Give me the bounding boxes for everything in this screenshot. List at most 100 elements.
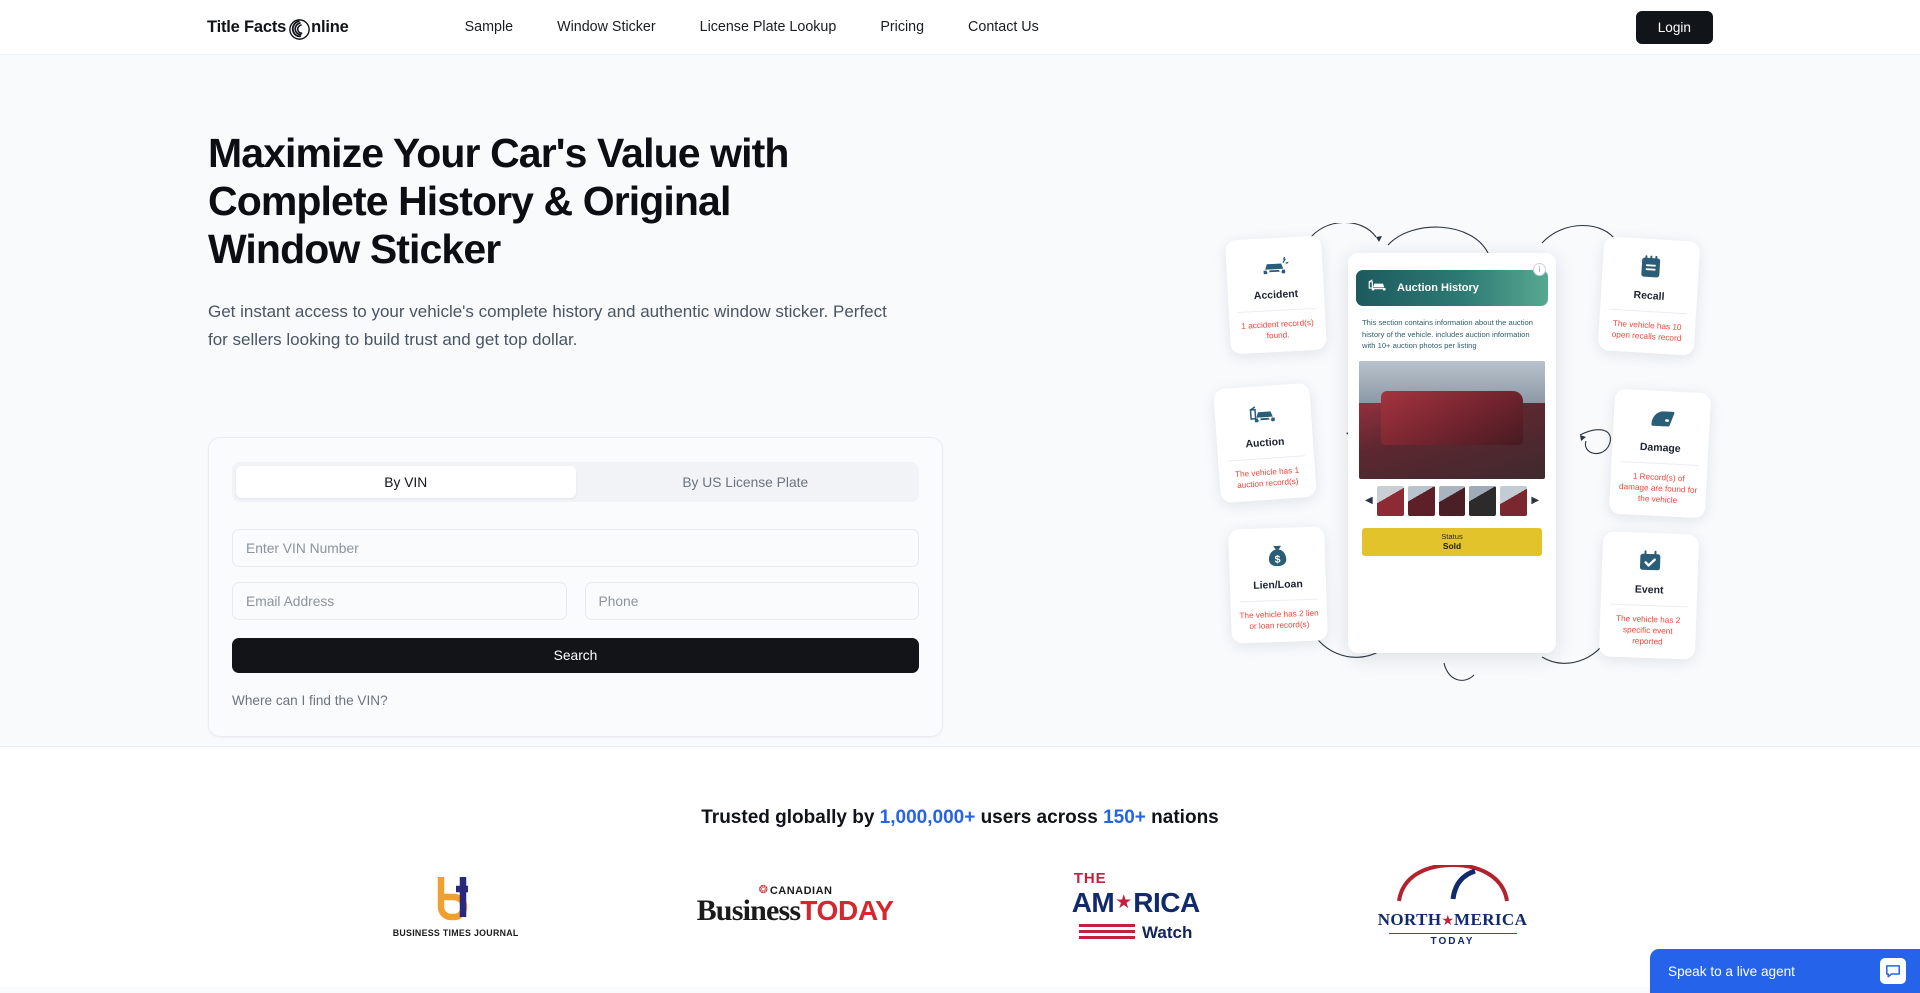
press-logo-caption: BUSINESS TIMES JOURNAL: [392, 927, 519, 938]
live-chat-widget[interactable]: Speak to a live agent: [1650, 949, 1920, 993]
car-crash-icon: [1233, 249, 1316, 283]
auction-history-banner: Auction History: [1356, 270, 1548, 306]
tab-by-us-license-plate[interactable]: By US License Plate: [576, 466, 916, 498]
logo-text-online: nline: [311, 17, 349, 36]
trusted-prefix: Trusted globally by: [701, 807, 880, 828]
logo-text-title-facts: Title Facts: [207, 17, 287, 36]
hero-illustration: Accident 1 accident record(s) found. Auc…: [1212, 223, 1712, 693]
main-nav: Sample Window Sticker License Plate Look…: [447, 11, 1061, 43]
panel-title: Auction History: [1397, 282, 1479, 294]
car-auction-icon: [1221, 396, 1305, 432]
press-logo-part: RICA: [1133, 886, 1200, 918]
divider: [1388, 933, 1517, 934]
panel-description: This section contains information about …: [1362, 318, 1533, 350]
where-find-vin-link[interactable]: Where can I find the VIN?: [232, 693, 388, 708]
press-logo-part: Business: [696, 893, 801, 927]
vehicle-photo: [1359, 360, 1545, 479]
feature-card-recall: Recall The vehicle has 10 open recalls r…: [1597, 236, 1701, 356]
search-mode-tabs: By VIN By US License Plate: [232, 462, 919, 502]
divider: [1620, 460, 1699, 467]
aw-bottom-row: Watch: [1079, 923, 1192, 943]
feature-card-desc: The vehicle has 10 open recalls record: [1611, 318, 1682, 344]
photo-thumbnail[interactable]: [1438, 485, 1466, 516]
feature-card-desc: The vehicle has 2 lien or loan record(s): [1239, 608, 1319, 632]
spiral-circle-icon: [289, 18, 310, 40]
vin-input[interactable]: [232, 529, 919, 567]
photo-thumbnail[interactable]: [1500, 485, 1528, 516]
money-bag-icon: $: [1235, 540, 1318, 573]
feature-card-auction: Auction The vehicle has 1 auction record…: [1213, 382, 1317, 504]
arc-swoosh-icon: [1393, 862, 1513, 908]
notebook-icon: [1609, 250, 1693, 285]
aw-mid-row: AM ★ RICA: [1071, 886, 1201, 919]
nav-item-contact-us[interactable]: Contact Us: [946, 11, 1061, 43]
photo-thumbnail[interactable]: [1407, 485, 1435, 516]
calendar-check-icon: [1609, 545, 1692, 578]
feature-card-title: Accident: [1253, 287, 1299, 303]
trusted-headline: Trusted globally by 1,000,000+ users acr…: [0, 747, 1920, 829]
press-logo-part: TODAY: [800, 894, 894, 926]
photo-thumbnail-strip: ◀ ▶: [1365, 485, 1539, 516]
feature-card-desc: 1 accident record(s) found.: [1241, 318, 1314, 341]
info-icon: i: [1533, 263, 1546, 276]
trusted-section: Trusted globally by 1,000,000+ users acr…: [0, 747, 1920, 987]
press-logo-canadian-business-today: ❂ CANADIAN Business TODAY: [697, 885, 894, 928]
star-icon: ★: [1441, 912, 1455, 928]
svg-text:$: $: [1274, 553, 1280, 565]
divider: [1227, 455, 1306, 462]
page-title: Maximize Your Car's Value with Complete …: [208, 130, 789, 272]
divider: [1609, 308, 1688, 315]
press-logo-part: TODAY: [1430, 936, 1475, 947]
divider: [1239, 598, 1318, 603]
nav-item-window-sticker[interactable]: Window Sticker: [535, 11, 678, 43]
next-photo-arrow-icon[interactable]: ▶: [1531, 495, 1539, 506]
press-logo-business-times-journal: BUSINESS TIMES JOURNAL: [393, 875, 519, 938]
feature-card-title: Event: [1634, 583, 1664, 597]
photo-thumbnail[interactable]: [1376, 485, 1404, 516]
chat-bubble-icon[interactable]: [1880, 958, 1906, 984]
login-button[interactable]: Login: [1635, 11, 1713, 44]
contact-fields-row: [232, 582, 919, 620]
cbt-main-row: Business TODAY: [697, 894, 894, 928]
car-door-icon: [1620, 402, 1703, 436]
vehicle-search-card: By VIN By US License Plate Search Where …: [208, 437, 943, 737]
prev-photo-arrow-icon[interactable]: ◀: [1365, 495, 1373, 506]
chat-label: Speak to a live agent: [1668, 963, 1795, 979]
nav-item-sample[interactable]: Sample: [447, 11, 535, 43]
hero-copy: Maximize Your Car's Value with Complete …: [208, 129, 888, 354]
feature-card-desc: The vehicle has 2 specific event reporte…: [1615, 613, 1681, 647]
hero-subtitle: Get instant access to your vehicle's com…: [208, 302, 887, 349]
site-header: Title Facts nline Sample Window Sticker …: [0, 0, 1920, 55]
feature-card-desc: 1 Record(s) of damage are found for the …: [1618, 471, 1698, 505]
tab-by-vin[interactable]: By VIN: [236, 466, 576, 498]
nat-main-row: NORTH ★ MERICA: [1378, 910, 1528, 930]
nav-item-pricing[interactable]: Pricing: [858, 11, 946, 43]
status-value: Sold: [1442, 541, 1462, 551]
divider: [1237, 307, 1316, 314]
trusted-nation-count: 150+: [1103, 807, 1146, 828]
search-button[interactable]: Search: [232, 638, 919, 673]
phone-input[interactable]: [584, 582, 919, 620]
feature-card-title: Recall: [1633, 289, 1665, 303]
feature-card-title: Lien/Loan: [1253, 578, 1303, 592]
email-input[interactable]: [232, 582, 567, 620]
press-logo-the-america-watch: THE AM ★ RICA Watch: [1071, 870, 1201, 943]
press-logos: BUSINESS TIMES JOURNAL ❂ CANADIAN Busine…: [0, 862, 1920, 947]
feature-card-title: Damage: [1639, 440, 1681, 456]
press-logo-part: Watch: [1142, 922, 1193, 942]
feature-card-event: Event The vehicle has 2 specific event r…: [1598, 531, 1700, 660]
press-logo-north-america-today: NORTH ★ MERICA TODAY: [1378, 862, 1528, 947]
btj-monogram-icon: [393, 875, 519, 923]
nav-item-license-plate-lookup[interactable]: License Plate Lookup: [678, 11, 859, 43]
trusted-user-count: 1,000,000+: [879, 807, 976, 828]
star-icon: ★: [1115, 892, 1133, 913]
feature-card-accident: Accident 1 accident record(s) found.: [1225, 235, 1327, 355]
press-logo-part: AM: [1071, 886, 1115, 918]
trusted-middle: users across: [975, 807, 1104, 828]
car-auction-icon: [1368, 278, 1388, 298]
us-flag-stripes-icon: [1079, 924, 1136, 941]
photo-thumbnail[interactable]: [1469, 485, 1497, 516]
feature-card-damage: Damage 1 Record(s) of damage are found f…: [1608, 388, 1712, 519]
site-logo[interactable]: Title Facts nline: [207, 17, 349, 40]
status-label: Status: [1441, 532, 1463, 541]
